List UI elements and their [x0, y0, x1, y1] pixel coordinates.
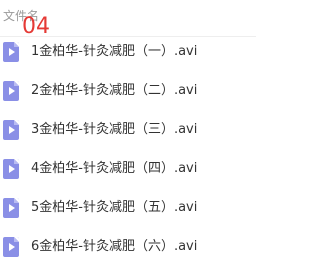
file-name[interactable]: 1金柏华-针灸减肥（一）.avi — [31, 44, 197, 60]
file-row[interactable]: 6金柏华-针灸减肥（六）.avi — [0, 232, 256, 271]
file-row[interactable]: 1金柏华-针灸减肥（一）.avi — [0, 37, 256, 76]
file-row[interactable]: 5金柏华-针灸减肥（五）.avi — [0, 193, 256, 232]
video-file-icon — [3, 237, 19, 257]
file-name[interactable]: 3金柏华-针灸减肥（三）.avi — [31, 122, 197, 138]
play-icon — [9, 87, 15, 95]
play-icon — [9, 165, 15, 173]
play-icon — [9, 243, 15, 251]
column-header[interactable]: 文件名 04 — [0, 0, 256, 39]
file-name[interactable]: 6金柏华-针灸减肥（六）.avi — [31, 239, 197, 255]
file-list: 文件名 04 1金柏华-针灸减肥（一）.avi 2金柏华-针灸减肥（二）.avi… — [0, 0, 256, 273]
play-icon — [9, 48, 15, 56]
file-name[interactable]: 4金柏华-针灸减肥（四）.avi — [31, 161, 197, 177]
file-name[interactable]: 5金柏华-针灸减肥（五）.avi — [31, 200, 197, 216]
file-rows: 1金柏华-针灸减肥（一）.avi 2金柏华-针灸减肥（二）.avi 3金柏华-针… — [0, 37, 256, 271]
video-file-icon — [3, 198, 19, 218]
video-file-icon — [3, 81, 19, 101]
file-row[interactable]: 2金柏华-针灸减肥（二）.avi — [0, 76, 256, 115]
file-name[interactable]: 2金柏华-针灸减肥（二）.avi — [31, 83, 197, 99]
video-file-icon — [3, 42, 19, 62]
file-row[interactable]: 4金柏华-针灸减肥（四）.avi — [0, 154, 256, 193]
video-file-icon — [3, 120, 19, 140]
play-icon — [9, 126, 15, 134]
overlay-number: 04 — [22, 14, 50, 39]
play-icon — [9, 204, 15, 212]
file-row[interactable]: 3金柏华-针灸减肥（三）.avi — [0, 115, 256, 154]
video-file-icon — [3, 159, 19, 179]
